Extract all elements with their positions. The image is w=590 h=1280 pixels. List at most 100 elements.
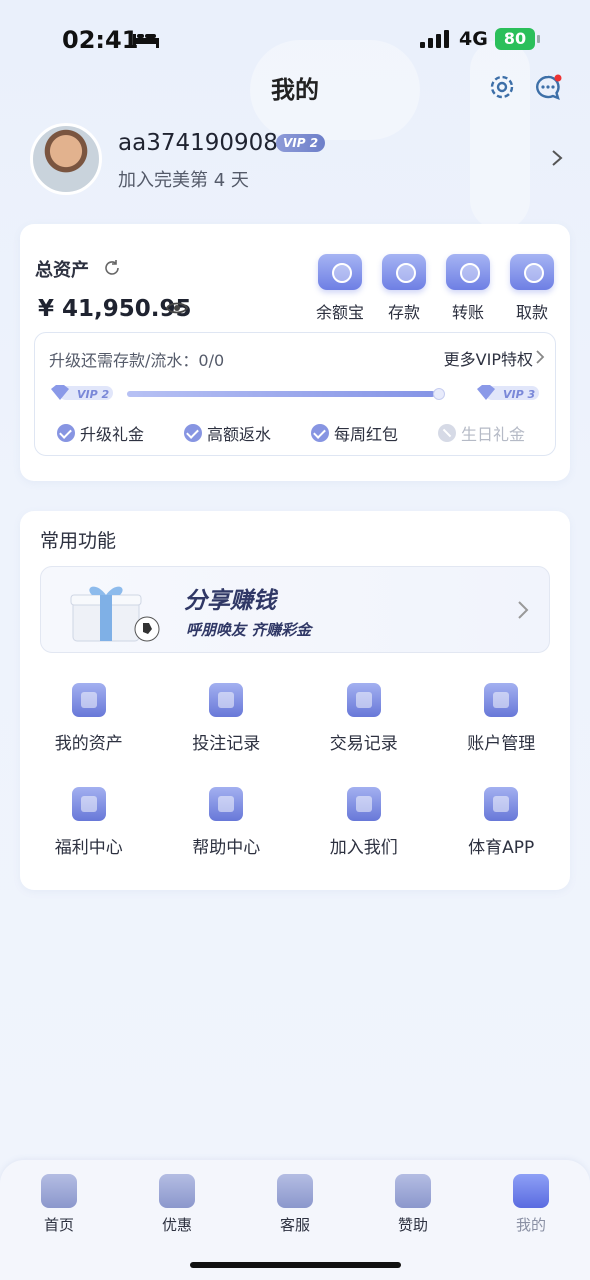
perk-rebate: 高额返水	[184, 421, 311, 445]
check-icon	[184, 424, 202, 442]
help-center-item[interactable]: 帮助中心	[158, 787, 296, 858]
savings-label: 余额宝	[315, 303, 364, 322]
withdraw-button[interactable]: 取款	[500, 254, 564, 323]
wallet-icon	[71, 683, 106, 717]
upgrade-requirement: 升级还需存款/流水：0/0	[49, 351, 225, 370]
perk-weekly-redpacket: 每周红包	[311, 421, 438, 445]
perk-label: 生日礼金	[461, 425, 526, 444]
sports-app-item[interactable]: 体育APP	[433, 787, 571, 858]
account-icon	[484, 683, 519, 717]
tab-label: 首页	[43, 1216, 74, 1234]
chevron-right-icon	[536, 350, 545, 364]
welfare-center-item[interactable]: 福利中心	[20, 787, 158, 858]
perk-label: 高额返水	[207, 425, 272, 444]
status-bar: 02:41 4G 80	[0, 0, 590, 80]
asset-card: 总资产 ¥ 41,950.95 余额宝 存款 转账 取款 升级还需存款/流水：0…	[20, 224, 570, 481]
vip-progress-box: 升级还需存款/流水：0/0 更多VIP特权 VIP 2 VIP 3 升级礼金 高…	[34, 332, 556, 456]
vip-diamond-icon-next: VIP 3	[477, 385, 539, 401]
vip-current-level: VIP 2	[77, 388, 109, 401]
cross-icon	[438, 424, 456, 442]
headset-icon	[277, 1174, 313, 1208]
tab-label: 我的	[515, 1216, 546, 1234]
refresh-icon[interactable]	[102, 258, 122, 278]
functions-title: 常用功能	[40, 530, 117, 552]
asset-actions: 余额宝 存款 转账 取款	[308, 254, 564, 323]
user-icon	[513, 1174, 549, 1208]
avatar[interactable]	[30, 123, 102, 195]
join-us-item[interactable]: 加入我们	[295, 787, 433, 858]
deposit-label: 存款	[387, 303, 420, 322]
transfer-label: 转账	[451, 303, 484, 322]
deposit-button[interactable]: 存款	[372, 254, 436, 323]
account-management-item[interactable]: 账户管理	[433, 683, 571, 754]
share-earn-banner[interactable]: 分享赚钱 呼朋唤友 齐赚彩金	[40, 566, 550, 653]
username: aa374190908	[118, 130, 278, 156]
tab-home[interactable]: 首页	[0, 1174, 118, 1235]
vip-progress-bar	[127, 391, 445, 397]
withdraw-icon	[510, 254, 554, 290]
vip-badge: VIP 2	[276, 134, 326, 152]
phone-icon	[484, 787, 519, 821]
tab-label: 优惠	[161, 1216, 192, 1234]
tab-mine[interactable]: 我的	[472, 1174, 590, 1235]
grid-label: 我的资产	[54, 734, 123, 754]
vip-next-level: VIP 3	[503, 388, 535, 401]
vip-perks: 升级礼金 高额返水 每周红包 生日礼金	[57, 421, 565, 445]
progress-end-dot	[433, 388, 445, 400]
battery-icon: 80	[495, 28, 540, 50]
eye-icon[interactable]	[166, 300, 188, 316]
perk-label: 升级礼金	[80, 425, 145, 444]
tabs: 首页 优惠 客服 赞助 我的	[0, 1174, 590, 1235]
withdraw-label: 取款	[515, 303, 548, 322]
vip-progress-fill	[127, 391, 436, 397]
grid-label: 福利中心	[54, 838, 123, 858]
share-heading: 分享赚钱	[184, 588, 276, 614]
grid-label: 交易记录	[329, 734, 398, 754]
tab-sponsor[interactable]: 赞助	[354, 1174, 472, 1235]
tab-label: 客服	[279, 1216, 310, 1234]
transaction-icon	[346, 683, 381, 717]
home-indicator	[190, 1262, 401, 1268]
grid-label: 账户管理	[467, 734, 536, 754]
gift-box-icon	[70, 586, 160, 642]
message-icon[interactable]	[533, 73, 563, 103]
grid-label: 加入我们	[329, 838, 398, 858]
more-vip-link[interactable]: 更多VIP特权	[444, 346, 533, 370]
function-grid: 我的资产 投注记录 交易记录 账户管理 福利中心 帮助中心 加入我们 体育APP	[20, 683, 570, 858]
settings-gear-icon[interactable]	[488, 73, 516, 101]
transaction-records-item[interactable]: 交易记录	[295, 683, 433, 754]
network-type: 4G	[459, 28, 488, 50]
share-subheading: 呼朋唤友 齐赚彩金	[186, 621, 312, 639]
gift-icon	[71, 787, 106, 821]
my-assets-item[interactable]: 我的资产	[20, 683, 158, 754]
help-book-icon	[209, 787, 244, 821]
vip-diamond-icon: VIP 2	[51, 385, 113, 401]
total-assets-label: 总资产	[35, 260, 89, 281]
transfer-icon	[446, 254, 490, 290]
chevron-right-icon	[518, 601, 529, 619]
savings-icon	[318, 254, 362, 290]
tab-customer-service[interactable]: 客服	[236, 1174, 354, 1235]
joined-days: 加入完美第 4 天	[118, 170, 249, 191]
profile-chevron-right-icon[interactable]	[550, 150, 564, 166]
tab-label: 赞助	[397, 1216, 428, 1234]
wallet-icon	[382, 254, 426, 290]
bet-record-icon	[209, 683, 244, 717]
home-icon	[41, 1174, 77, 1208]
perk-upgrade-bonus: 升级礼金	[57, 421, 184, 445]
tab-promotions[interactable]: 优惠	[118, 1174, 236, 1235]
status-time: 02:41	[62, 26, 139, 54]
transfer-button[interactable]: 转账	[436, 254, 500, 323]
grid-label: 投注记录	[192, 734, 261, 754]
perk-label: 每周红包	[334, 425, 399, 444]
grid-label: 体育APP	[468, 838, 535, 858]
people-icon	[346, 787, 381, 821]
signal-icon	[420, 30, 449, 48]
savings-button[interactable]: 余额宝	[308, 254, 372, 323]
functions-card: 常用功能 分享赚钱 呼朋唤友 齐赚彩金 我的资产 投注记录 交易记录 账户管理 …	[20, 511, 570, 890]
sleep-focus-icon	[133, 34, 159, 48]
check-icon	[311, 424, 329, 442]
bet-records-item[interactable]: 投注记录	[158, 683, 296, 754]
crown-icon	[395, 1174, 431, 1208]
grid-label: 帮助中心	[192, 838, 261, 858]
